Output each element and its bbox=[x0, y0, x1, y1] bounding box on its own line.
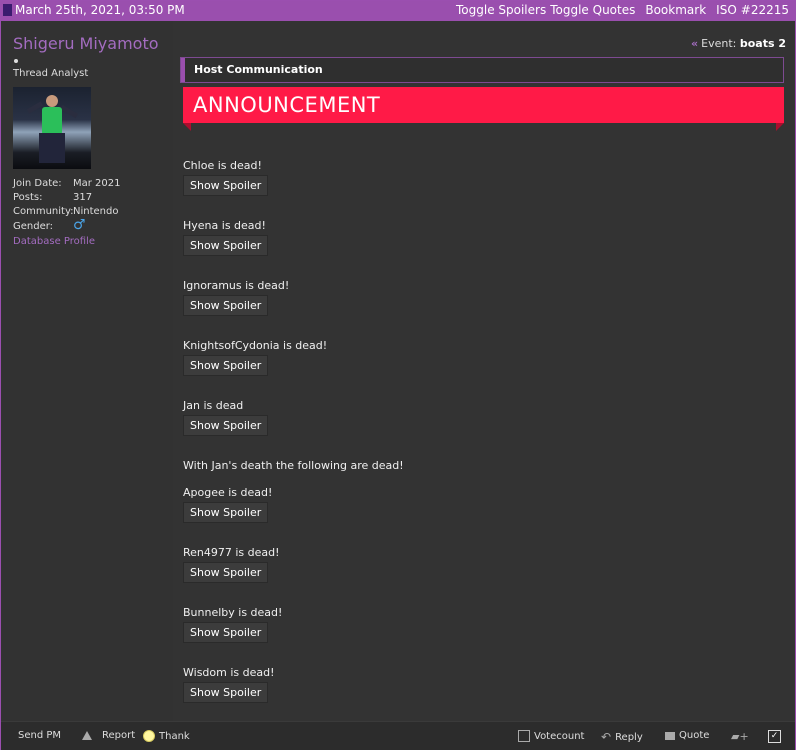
jan-death-note: With Jan's death the following are dead! bbox=[183, 459, 404, 472]
host-communication-title: Host Communication bbox=[194, 63, 323, 76]
post-date-text: March 25th, 2021, 03:50 PM bbox=[15, 3, 185, 17]
death-notice: Wisdom is dead! Show Spoiler bbox=[183, 666, 275, 703]
death-notice-text: Hyena is dead! bbox=[183, 219, 266, 232]
show-spoiler-button[interactable]: Show Spoiler bbox=[183, 175, 269, 196]
avatar-figure-arm-left bbox=[26, 101, 44, 114]
show-spoiler-button[interactable]: Show Spoiler bbox=[183, 235, 269, 256]
post-footer: Send PM Report Thank Votecount ↶ Reply Q… bbox=[1, 721, 795, 750]
avatar-figure-arm-right bbox=[59, 104, 79, 119]
death-notice-text: Chloe is dead! bbox=[183, 159, 262, 172]
death-notice: Ignoramus is dead! Show Spoiler bbox=[183, 279, 289, 316]
death-notice-text: Wisdom is dead! bbox=[183, 666, 275, 679]
show-spoiler-button[interactable]: Show Spoiler bbox=[183, 622, 269, 643]
multi-quote-icon: ▰+ bbox=[731, 730, 749, 743]
select-post-checkbox[interactable]: ✓ bbox=[768, 730, 781, 743]
death-notice-text: Jan is dead bbox=[183, 399, 244, 412]
community-label: Community: bbox=[13, 206, 74, 217]
posts-row: Posts: 317 bbox=[13, 192, 92, 203]
bookmark-link[interactable]: Bookmark bbox=[645, 3, 706, 17]
show-spoiler-button[interactable]: Show Spoiler bbox=[183, 502, 269, 523]
community-value: Nintendo bbox=[73, 206, 119, 217]
avatar-figure-body bbox=[42, 107, 62, 135]
toggle-quotes-link[interactable]: Toggle Quotes bbox=[550, 3, 635, 17]
event-label-text: Event: bbox=[701, 37, 737, 50]
death-notice: KnightsofCydonia is dead! Show Spoiler bbox=[183, 339, 327, 376]
post-date: March 25th, 2021, 03:50 PM bbox=[3, 3, 185, 17]
avatar[interactable] bbox=[13, 87, 91, 169]
post-content: «Event: boats 2 Host Communication ANNOU… bbox=[173, 21, 795, 721]
report-button[interactable]: Report bbox=[82, 730, 135, 741]
votecount-icon bbox=[518, 730, 530, 742]
posts-value: 317 bbox=[73, 192, 93, 203]
show-spoiler-button[interactable]: Show Spoiler bbox=[183, 562, 269, 583]
iso-link[interactable]: ISO bbox=[716, 3, 737, 17]
death-notice-text: Bunnelby is dead! bbox=[183, 606, 283, 619]
show-spoiler-button[interactable]: Show Spoiler bbox=[183, 415, 269, 436]
join-date-value: Mar 2021 bbox=[73, 178, 121, 189]
posts-label: Posts: bbox=[13, 192, 43, 203]
join-date-row: Join Date: Mar 2021 bbox=[13, 178, 121, 189]
report-label: Report bbox=[102, 730, 136, 741]
host-communication-header: Host Communication bbox=[180, 57, 784, 83]
death-notice-text: Ignoramus is dead! bbox=[183, 279, 290, 292]
quote-button[interactable]: Quote bbox=[665, 730, 709, 741]
reply-arrow-icon: ↶ bbox=[601, 730, 612, 744]
votecount-button[interactable]: Votecount bbox=[518, 730, 584, 742]
send-pm-label: Send PM bbox=[18, 730, 62, 741]
gender-row: Gender: ♂ bbox=[13, 217, 86, 233]
show-spoiler-button[interactable]: Show Spoiler bbox=[183, 682, 269, 703]
gender-label: Gender: bbox=[13, 221, 54, 232]
reply-label: Reply bbox=[615, 731, 643, 743]
announcement-banner: ANNOUNCEMENT bbox=[183, 87, 784, 131]
event-label: «Event: boats 2 bbox=[691, 37, 786, 50]
avatar-figure-head bbox=[46, 95, 58, 107]
online-status-icon bbox=[14, 59, 18, 63]
post-icon bbox=[3, 4, 12, 16]
checkmark-icon: ✓ bbox=[768, 730, 781, 743]
male-symbol-icon: ♂ bbox=[73, 217, 86, 233]
user-title: Thread Analyst bbox=[13, 68, 89, 79]
thank-label: Thank bbox=[159, 730, 190, 742]
show-spoiler-button[interactable]: Show Spoiler bbox=[183, 295, 269, 316]
join-date-label: Join Date: bbox=[13, 178, 62, 189]
announcement-title: ANNOUNCEMENT bbox=[193, 93, 381, 117]
quote-icon bbox=[665, 731, 675, 740]
death-notice: Ren4977 is dead! Show Spoiler bbox=[183, 546, 280, 583]
send-pm-button[interactable]: Send PM bbox=[18, 730, 61, 741]
post-frame: March 25th, 2021, 03:50 PM Toggle Spoile… bbox=[0, 0, 796, 750]
post-header-actions: Toggle Spoilers Toggle Quotes Bookmark I… bbox=[456, 3, 789, 17]
event-name-link[interactable]: boats 2 bbox=[740, 37, 786, 50]
multi-quote-button[interactable]: ▰+ bbox=[731, 730, 749, 743]
reply-button[interactable]: ↶ Reply bbox=[601, 730, 643, 744]
death-notice: Bunnelby is dead! Show Spoiler bbox=[183, 606, 282, 643]
death-notice: Hyena is dead! Show Spoiler bbox=[183, 219, 269, 256]
death-notice-text: Ren4977 is dead! bbox=[183, 546, 280, 559]
death-notice: Jan is dead Show Spoiler bbox=[183, 399, 269, 436]
thank-button[interactable]: Thank bbox=[143, 730, 190, 742]
database-profile-link[interactable]: Database Profile bbox=[13, 236, 95, 247]
death-notice-text: KnightsofCydonia is dead! bbox=[183, 339, 328, 352]
death-notice: Chloe is dead! Show Spoiler bbox=[183, 159, 269, 196]
avatar-figure-legs bbox=[39, 133, 65, 163]
post-number-link[interactable]: #22215 bbox=[741, 3, 789, 17]
toggle-spoilers-link[interactable]: Toggle Spoilers bbox=[456, 3, 546, 17]
banner-fold-right bbox=[776, 123, 784, 131]
post-header-bar: March 25th, 2021, 03:50 PM Toggle Spoile… bbox=[1, 1, 795, 21]
death-notice-text: Apogee is dead! bbox=[183, 486, 273, 499]
thank-icon bbox=[143, 730, 155, 742]
death-notice: Apogee is dead! Show Spoiler bbox=[183, 486, 272, 523]
quote-label: Quote bbox=[679, 730, 710, 741]
show-spoiler-button[interactable]: Show Spoiler bbox=[183, 355, 269, 376]
user-sidebar: Shigeru Miyamoto Thread Analyst Join Dat… bbox=[1, 21, 173, 721]
username-link[interactable]: Shigeru Miyamoto bbox=[13, 34, 159, 53]
community-row: Community:Nintendo bbox=[13, 206, 118, 217]
banner-fold-left bbox=[183, 123, 191, 131]
host-communication-accent bbox=[181, 58, 185, 82]
votecount-label: Votecount bbox=[534, 730, 585, 742]
previous-event-icon[interactable]: « bbox=[691, 37, 698, 50]
warning-icon bbox=[82, 731, 92, 740]
